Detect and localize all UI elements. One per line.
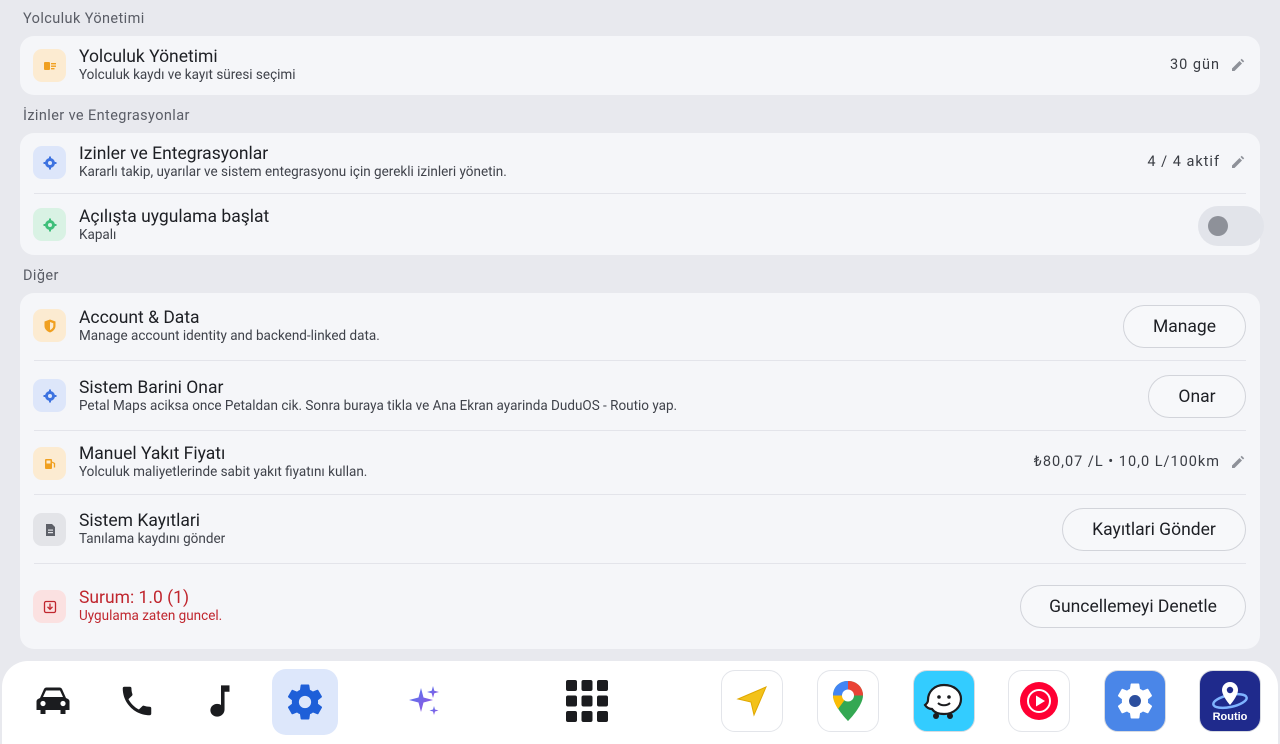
version-subtitle: Uygulama zaten guncel. bbox=[79, 608, 223, 624]
system-logs-row: Sistem Kayıtlari Tanılama kaydını gönder… bbox=[20, 495, 1260, 563]
section-title-other: Diğer bbox=[23, 267, 59, 284]
document-icon bbox=[33, 513, 66, 546]
fuel-price-subtitle: Yolculuk maliyetlerinde sabit yakıt fiya… bbox=[79, 464, 368, 480]
repair-gear-icon bbox=[33, 379, 66, 412]
permissions-active-value: 4 / 4 aktif bbox=[1147, 153, 1220, 170]
permissions-row[interactable]: Izinler ve Entegrasyonlar Kararlı takip,… bbox=[20, 133, 1260, 193]
trip-management-row[interactable]: Yolculuk Yönetimi Yolculuk kaydı ve kayı… bbox=[20, 36, 1260, 95]
autostart-row[interactable]: Açılışta uygulama başlat Kapalı bbox=[20, 194, 1264, 255]
shield-icon bbox=[33, 309, 66, 342]
repair-subtitle: Petal Maps aciksa once Petaldan cik. Son… bbox=[79, 398, 678, 414]
system-logs-title: Sistem Kayıtlari bbox=[79, 511, 201, 531]
edit-pencil-icon[interactable] bbox=[1230, 154, 1246, 170]
account-row: Account & Data Manage account identity a… bbox=[20, 293, 1260, 360]
permissions-title: Izinler ve Entegrasyonlar bbox=[79, 144, 269, 164]
waze-app-icon[interactable] bbox=[913, 670, 975, 732]
trip-management-title: Yolculuk Yönetimi bbox=[79, 47, 218, 67]
account-title: Account & Data bbox=[79, 308, 200, 328]
system-logs-subtitle: Tanılama kaydını gönder bbox=[79, 531, 226, 547]
navigation-app-icon[interactable] bbox=[721, 670, 783, 732]
music-note-icon[interactable] bbox=[189, 669, 253, 733]
routio-label: Routio bbox=[1212, 711, 1248, 723]
permissions-card: Izinler ve Entegrasyonlar Kararlı takip,… bbox=[20, 133, 1264, 255]
trip-card: Yolculuk Yönetimi Yolculuk kaydı ve kayı… bbox=[20, 36, 1260, 95]
trip-log-icon bbox=[33, 49, 66, 82]
edit-pencil-icon[interactable] bbox=[1230, 57, 1246, 73]
section-title-trip: Yolculuk Yönetimi bbox=[23, 10, 145, 27]
autostart-status: Kapalı bbox=[79, 227, 117, 243]
send-logs-button[interactable]: Kayıtlari Gönder bbox=[1062, 508, 1246, 551]
version-title: Surum: 1.0 (1) bbox=[79, 588, 190, 608]
system-settings-app-icon[interactable] bbox=[1104, 670, 1166, 732]
fuel-pump-icon bbox=[33, 447, 66, 480]
repair-title: Sistem Barini Onar bbox=[79, 378, 224, 398]
edit-pencil-icon[interactable] bbox=[1230, 454, 1246, 470]
car-icon[interactable] bbox=[21, 669, 85, 733]
phone-icon[interactable] bbox=[105, 669, 169, 733]
trip-management-subtitle: Yolculuk kaydı ve kayıt süresi seçimi bbox=[79, 67, 296, 83]
fuel-price-title: Manuel Yakıt Fiyatı bbox=[79, 444, 226, 464]
routio-logo-icon bbox=[1212, 682, 1248, 710]
repair-button[interactable]: Onar bbox=[1148, 375, 1246, 418]
youtube-music-app-icon[interactable] bbox=[1008, 670, 1070, 732]
ai-sparkle-icon[interactable] bbox=[392, 669, 456, 733]
settings-icon[interactable] bbox=[272, 669, 338, 735]
fuel-price-value: ₺80,07 /L • 10,0 L/100km bbox=[1033, 453, 1220, 470]
manage-button[interactable]: Manage bbox=[1123, 305, 1246, 348]
autostart-title: Açılışta uygulama başlat bbox=[79, 207, 270, 227]
repair-row: Sistem Barini Onar Petal Maps aciksa onc… bbox=[20, 361, 1260, 430]
routio-app-icon[interactable]: Routio bbox=[1199, 670, 1261, 732]
version-row: Surum: 1.0 (1) Uygulama zaten guncel. Gu… bbox=[20, 564, 1260, 649]
maps-app-icon[interactable] bbox=[817, 670, 879, 732]
update-download-icon bbox=[33, 590, 66, 623]
permissions-subtitle: Kararlı takip, uyarılar ve sistem entegr… bbox=[79, 164, 507, 180]
autostart-gear-icon bbox=[33, 208, 66, 241]
check-update-button[interactable]: Guncellemeyi Denetle bbox=[1020, 585, 1246, 628]
other-card: Account & Data Manage account identity a… bbox=[20, 293, 1260, 649]
trip-retention-value: 30 gün bbox=[1169, 56, 1220, 73]
toggle-knob bbox=[1208, 216, 1228, 236]
app-grid-icon[interactable] bbox=[555, 669, 619, 733]
account-subtitle: Manage account identity and backend-link… bbox=[79, 328, 380, 344]
bottom-dock: Routio bbox=[2, 661, 1278, 744]
autostart-toggle[interactable] bbox=[1198, 206, 1264, 246]
fuel-price-row[interactable]: Manuel Yakıt Fiyatı Yolculuk maliyetleri… bbox=[20, 431, 1260, 494]
section-title-permissions: İzinler ve Entegrasyonlar bbox=[23, 107, 190, 124]
gear-icon bbox=[33, 146, 66, 179]
